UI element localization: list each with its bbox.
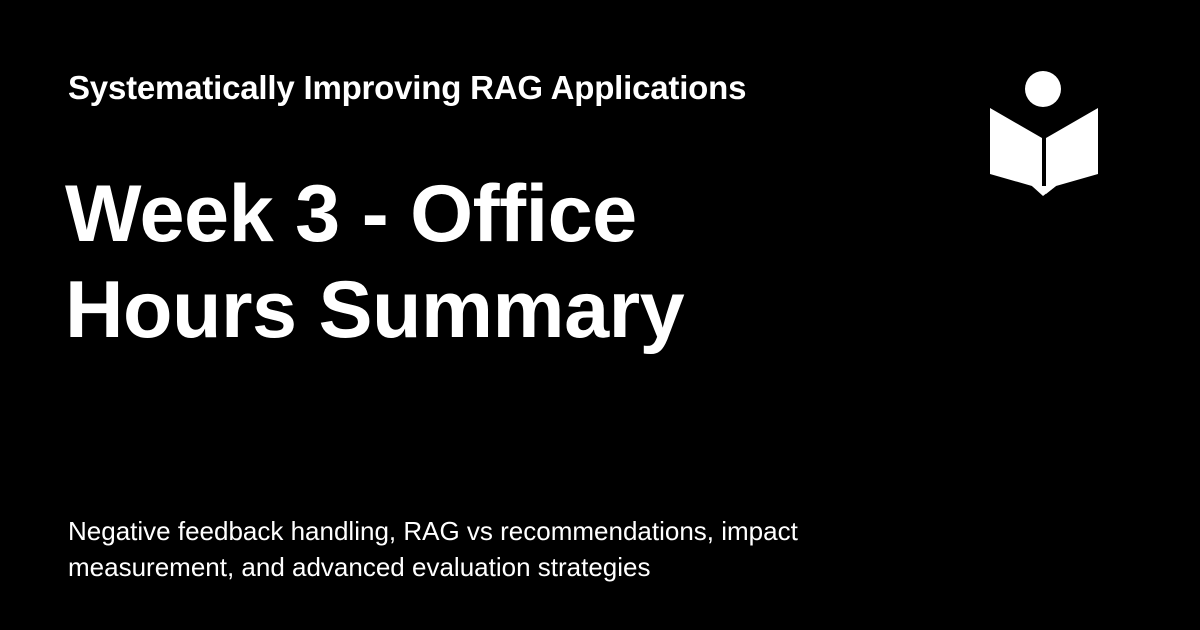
site-name: Systematically Improving RAG Application… xyxy=(68,69,747,106)
social-card: Systematically Improving RAG Application… xyxy=(0,0,1200,630)
reader-book-icon xyxy=(990,71,1098,196)
page-title: Week 3 - Office Hours Summary xyxy=(65,169,685,355)
page-description: Negative feedback handling, RAG vs recom… xyxy=(68,516,798,582)
